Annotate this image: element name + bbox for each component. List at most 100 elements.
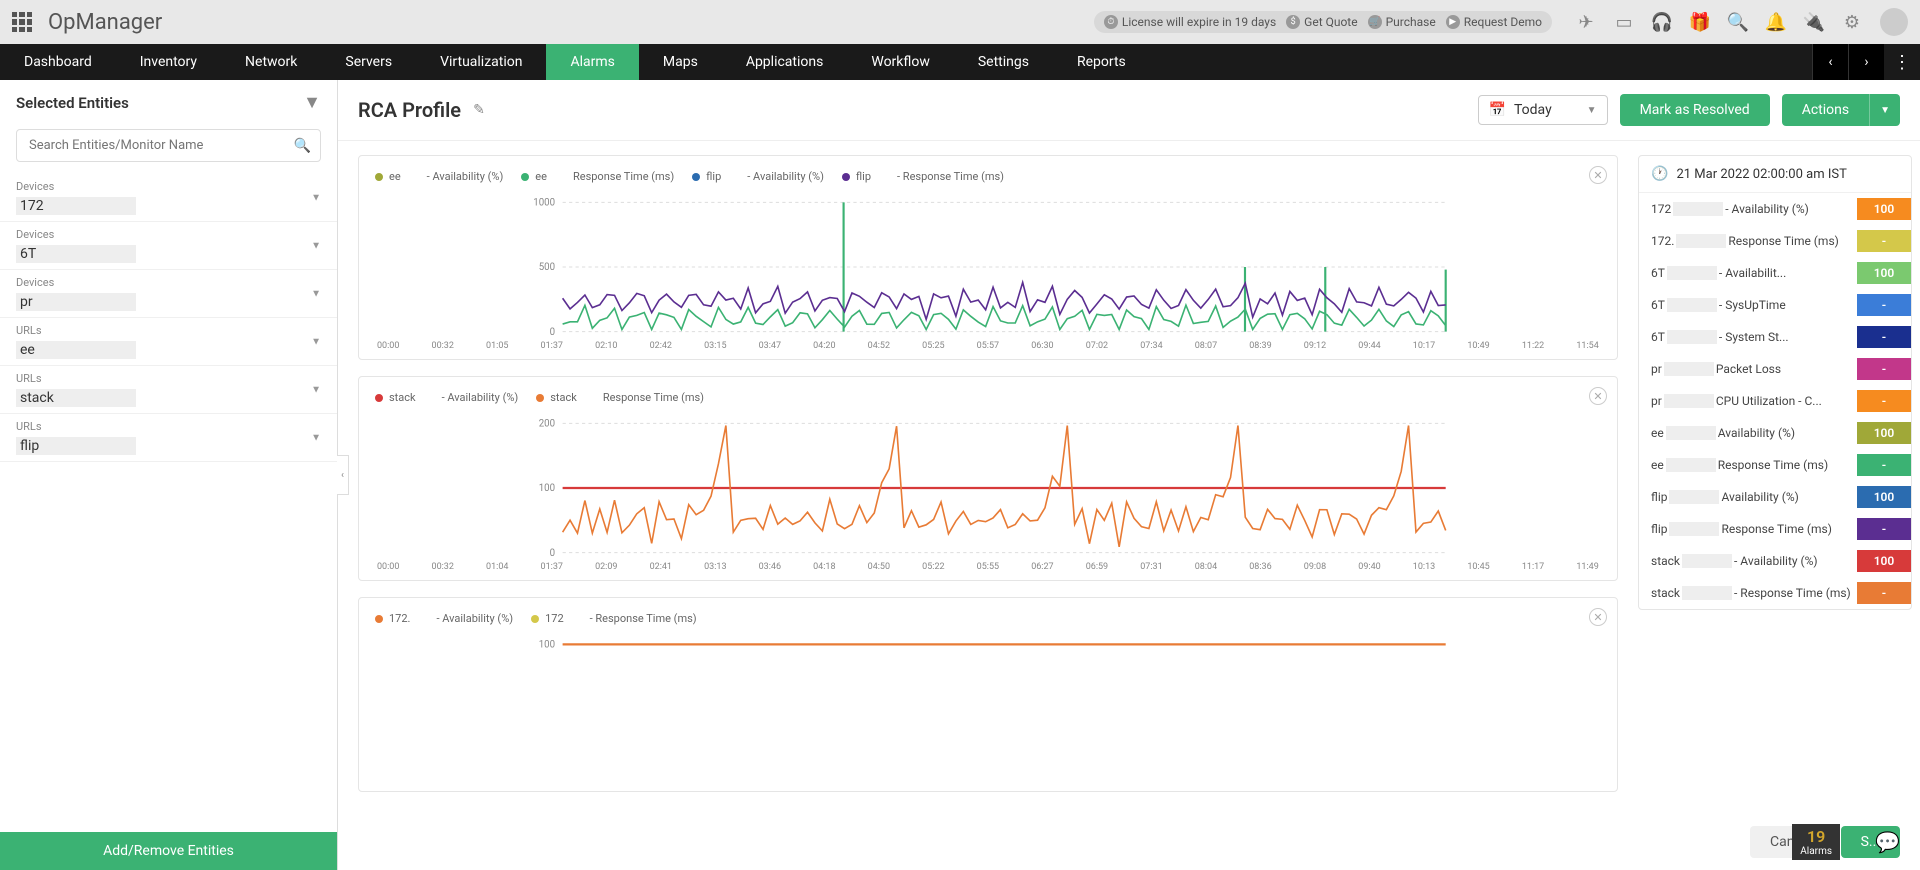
legend-item: stack- Availability (%) xyxy=(375,391,518,404)
request-demo-link[interactable]: ▶Request Demo xyxy=(1446,15,1542,29)
nav-inventory[interactable]: Inventory xyxy=(116,44,221,80)
nav-maps[interactable]: Maps xyxy=(639,44,722,80)
date-range-picker[interactable]: 📅 Today ▼ xyxy=(1478,95,1608,125)
get-quote-link[interactable]: $Get Quote xyxy=(1286,15,1357,29)
search-icon[interactable]: 🔍 xyxy=(294,138,311,154)
svg-text:0: 0 xyxy=(550,327,555,337)
legend-item: ee- Availability (%) xyxy=(375,170,503,183)
chat-icon[interactable]: 💬 xyxy=(1875,830,1900,854)
nav-servers[interactable]: Servers xyxy=(321,44,416,80)
edit-title-icon[interactable]: ✎ xyxy=(473,102,485,118)
chart-card: ✕ ee- Availability (%) eeResponse Time (ms… xyxy=(358,155,1618,360)
metric-row: 6T- Availabilit...100 xyxy=(1639,257,1911,289)
nav-reports[interactable]: Reports xyxy=(1053,44,1150,80)
metric-row: flipAvailability (%)100 xyxy=(1639,481,1911,513)
chart-card: ✕ stack- Availability (%) stackResponse Ti… xyxy=(358,376,1618,581)
nav-settings[interactable]: Settings xyxy=(954,44,1053,80)
nav-dashboard[interactable]: Dashboard xyxy=(0,44,116,80)
sidebar-title: Selected Entities xyxy=(16,94,129,112)
gift-icon[interactable]: 🎁 xyxy=(1690,12,1710,32)
close-chart-icon[interactable]: ✕ xyxy=(1589,608,1607,626)
entity-item[interactable]: Devices172▼ xyxy=(0,174,337,222)
legend-item: stackResponse Time (ms) xyxy=(536,391,704,404)
info-icon: ⏱ xyxy=(1104,15,1118,29)
svg-text:1000: 1000 xyxy=(533,198,555,209)
chevron-down-icon: ▼ xyxy=(311,288,321,299)
clock-icon: 🕐 xyxy=(1651,166,1668,182)
metric-row: stack- Response Time (ms)- xyxy=(1639,577,1911,609)
metric-row: prCPU Utilization - C...- xyxy=(1639,385,1911,417)
calendar-icon: 📅 xyxy=(1489,102,1506,118)
nav-alarms[interactable]: Alarms xyxy=(546,44,638,80)
main-nav: DashboardInventoryNetworkServersVirtuali… xyxy=(0,44,1920,80)
entity-item[interactable]: Devices6T▼ xyxy=(0,222,337,270)
brand-name: OpManager xyxy=(48,10,162,35)
legend-item: flip- Response Time (ms) xyxy=(842,170,1004,183)
close-chart-icon[interactable]: ✕ xyxy=(1589,166,1607,184)
metric-row: 172.Response Time (ms)- xyxy=(1639,225,1911,257)
svg-text:200: 200 xyxy=(539,419,555,430)
actions-dropdown-icon[interactable]: ▼ xyxy=(1869,94,1900,126)
metric-row: stack- Availability (%)100 xyxy=(1639,545,1911,577)
demo-icon: ▶ xyxy=(1446,15,1460,29)
apps-grid-icon[interactable] xyxy=(12,12,32,32)
user-avatar[interactable] xyxy=(1880,8,1908,36)
nav-workflow[interactable]: Workflow xyxy=(847,44,954,80)
svg-text:0: 0 xyxy=(550,548,555,558)
nav-applications[interactable]: Applications xyxy=(722,44,848,80)
mark-resolved-button[interactable]: Mark as Resolved xyxy=(1620,94,1770,126)
dollar-icon: $ xyxy=(1286,15,1300,29)
svg-text:100: 100 xyxy=(539,483,555,494)
license-expiry[interactable]: ⏱License will expire in 19 days xyxy=(1104,15,1276,29)
entity-item[interactable]: URLsflip▼ xyxy=(0,414,337,462)
cart-icon: 🛒 xyxy=(1368,15,1382,29)
alarm-count-badge[interactable]: 19 Alarms xyxy=(1792,824,1840,860)
nav-network[interactable]: Network xyxy=(221,44,321,80)
legend-item: 172.- Availability (%) xyxy=(375,612,513,625)
metric-row: eeAvailability (%)100 xyxy=(1639,417,1911,449)
entity-item[interactable]: URLsee▼ xyxy=(0,318,337,366)
close-chart-icon[interactable]: ✕ xyxy=(1589,387,1607,405)
entity-search-input[interactable] xyxy=(16,129,321,162)
entity-item[interactable]: Devicespr▼ xyxy=(0,270,337,318)
nav-prev-icon[interactable]: ‹ xyxy=(1812,44,1848,80)
legend-item: eeResponse Time (ms) xyxy=(521,170,674,183)
chevron-down-icon: ▼ xyxy=(311,432,321,443)
metric-row: 172- Availability (%)100 xyxy=(1639,193,1911,225)
chevron-down-icon: ▼ xyxy=(311,192,321,203)
metric-row: eeResponse Time (ms)- xyxy=(1639,449,1911,481)
snapshot-timestamp: 21 Mar 2022 02:00:00 am IST xyxy=(1676,167,1846,182)
nav-overflow-icon[interactable]: ⋮ xyxy=(1884,44,1920,80)
metric-row: flipResponse Time (ms)- xyxy=(1639,513,1911,545)
license-pill-group: ⏱License will expire in 19 days $Get Quo… xyxy=(1094,11,1552,33)
page-title: RCA Profile xyxy=(358,98,461,122)
chevron-down-icon: ▼ xyxy=(311,240,321,251)
metric-row: 6T- SysUpTime- xyxy=(1639,289,1911,321)
entity-item[interactable]: URLsstack▼ xyxy=(0,366,337,414)
metric-row: prPacket Loss- xyxy=(1639,353,1911,385)
headset-icon[interactable]: 🎧 xyxy=(1652,12,1672,32)
sidebar: Selected Entities ▼ 🔍 Devices172▼Devices… xyxy=(0,80,338,870)
actions-button[interactable]: Actions xyxy=(1782,94,1869,126)
nav-next-icon[interactable]: › xyxy=(1848,44,1884,80)
chevron-down-icon: ▼ xyxy=(311,336,321,347)
plug-icon[interactable]: 🔌 xyxy=(1804,12,1824,32)
presentation-icon[interactable]: ▭ xyxy=(1614,12,1634,32)
sidebar-collapse-handle[interactable]: ‹ xyxy=(337,455,349,495)
bell-icon[interactable]: 🔔 xyxy=(1766,12,1786,32)
search-icon[interactable]: 🔍 xyxy=(1728,12,1748,32)
chart-card: ✕ 172.- Availability (%) 172- Response Tim… xyxy=(358,597,1618,792)
svg-text:500: 500 xyxy=(539,262,555,273)
rocket-icon[interactable]: ✈ xyxy=(1576,12,1596,32)
legend-item: 172- Response Time (ms) xyxy=(531,612,697,625)
filter-icon[interactable]: ▼ xyxy=(303,92,321,113)
chevron-down-icon: ▼ xyxy=(1587,105,1597,116)
add-remove-entities-button[interactable]: Add/Remove Entities xyxy=(0,832,337,870)
purchase-link[interactable]: 🛒Purchase xyxy=(1368,15,1436,29)
legend-item: flip- Availability (%) xyxy=(692,170,824,183)
svg-text:100: 100 xyxy=(539,640,555,651)
gear-icon[interactable]: ⚙ xyxy=(1842,12,1862,32)
nav-virtualization[interactable]: Virtualization xyxy=(416,44,546,80)
metric-row: 6T- System St...- xyxy=(1639,321,1911,353)
chevron-down-icon: ▼ xyxy=(311,384,321,395)
